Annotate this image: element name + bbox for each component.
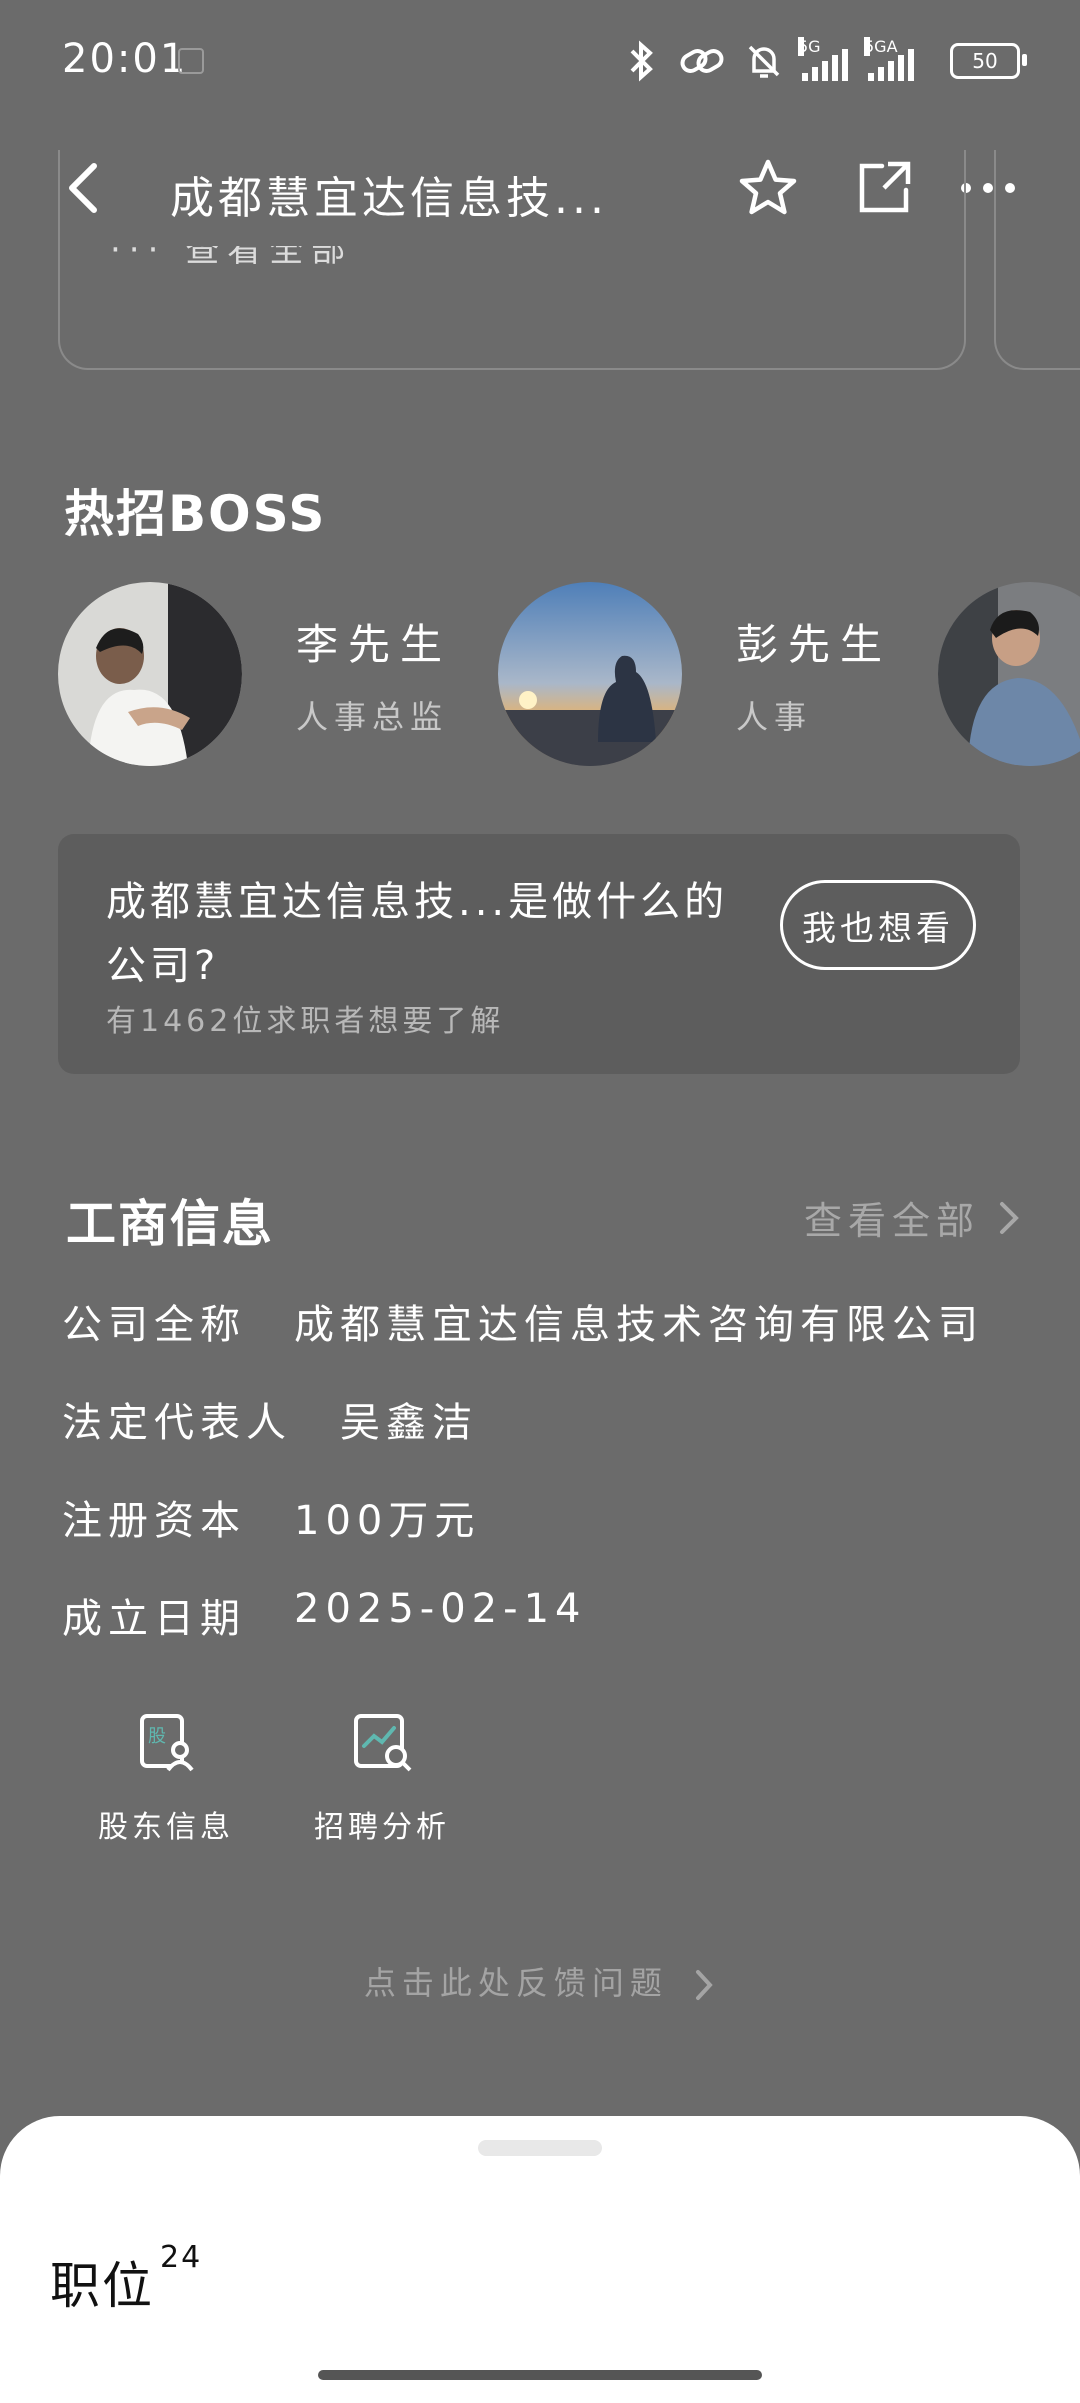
want-to-see-button[interactable]: 我也想看 <box>780 880 976 970</box>
boss-name: 彭先生 <box>736 619 893 669</box>
info-label: 公司全称 <box>62 1302 246 1348</box>
boss-role: 人事 <box>736 697 813 736</box>
recruitment-analysis-button[interactable]: 招聘分析 <box>292 1710 472 1846</box>
boss-card-2[interactable]: 彭先生 人事 <box>498 582 892 766</box>
company-qa-card: 成都慧宜达信息技...是做什么的公司? 有1462位求职者想要了解 我也想看 <box>58 834 1020 1074</box>
battery-icon: 50 <box>950 43 1027 79</box>
boss-name: 李先生 <box>296 619 453 669</box>
mute-bell-icon <box>748 45 780 78</box>
shareholder-icon: 股 <box>140 1714 194 1772</box>
view-all-label: 查看全部 <box>803 1199 980 1243</box>
chevron-right-icon <box>1000 1201 1019 1234</box>
qa-question: 成都慧宜达信息技...是做什么的公司? <box>106 879 729 989</box>
jobs-title: 职位 24 <box>50 2240 202 2318</box>
boss-card-1[interactable]: 李先生 人事总监 <box>58 582 452 766</box>
avatar <box>498 582 682 766</box>
bluetooth-icon <box>630 40 653 82</box>
previous-card-next[interactable] <box>994 150 1080 370</box>
qa-subtext: 有1462位求职者想要了解 <box>106 1004 505 1039</box>
signal-icon-1: 5G <box>798 37 850 81</box>
signal-icon-2: 5GA <box>864 37 932 81</box>
analysis-icon <box>354 1714 412 1772</box>
status-bar: 20:01 5G 5GA 50 <box>0 0 1080 120</box>
shareholder-info-button[interactable]: 股 股东信息 <box>76 1710 256 1846</box>
tool-label: 招聘分析 <box>314 1810 450 1845</box>
info-value: 成都慧宜达信息技术咨询有限公司 <box>294 1302 984 1348</box>
feedback-label: 点击此处反馈问题 <box>363 1964 668 2002</box>
previous-card-text: ··· 查看全部 <box>110 246 354 270</box>
info-value: 吴鑫洁 <box>340 1400 478 1446</box>
jobs-title-label: 职位 <box>50 2257 154 2315</box>
notification-icon <box>178 48 204 74</box>
info-value: 100万元 <box>294 1498 481 1544</box>
avatar <box>58 582 242 766</box>
status-icons: 5G 5GA 50 <box>624 36 1027 86</box>
boss-card-3[interactable] <box>938 582 1080 766</box>
info-label: 注册资本 <box>62 1498 246 1544</box>
info-row-founded: 成立日期 2025-02-14 <box>62 1586 586 1644</box>
business-info-title: 工商信息 <box>66 1195 274 1253</box>
info-row-legal-rep: 法定代表人 吴鑫洁 <box>62 1390 478 1448</box>
info-row-company-name: 公司全称 成都慧宜达信息技术咨询有限公司 <box>62 1292 984 1350</box>
status-time: 20:01 <box>62 36 188 82</box>
svg-text:股: 股 <box>148 1726 166 1747</box>
avatar <box>938 582 1080 766</box>
tool-label: 股东信息 <box>98 1810 234 1845</box>
info-label: 法定代表人 <box>62 1400 292 1446</box>
chevron-right-icon <box>696 1970 713 2000</box>
sheet-drag-handle[interactable] <box>478 2140 602 2156</box>
home-indicator[interactable] <box>318 2370 762 2380</box>
hot-boss-title: 热招BOSS <box>64 485 327 543</box>
jobs-bottom-sheet[interactable]: 职位 24 <box>0 2116 1080 2403</box>
link-icon <box>680 49 724 73</box>
info-label: 成立日期 <box>62 1596 246 1642</box>
info-value: 2025-02-14 <box>294 1586 587 1632</box>
info-row-capital: 注册资本 100万元 <box>62 1488 480 1546</box>
boss-role: 人事总监 <box>296 697 449 736</box>
view-all-link[interactable]: 查看全部 <box>804 1190 1022 1245</box>
jobs-count: 24 <box>160 2240 203 2275</box>
feedback-link[interactable]: 点击此处反馈问题 <box>0 1958 1080 2004</box>
